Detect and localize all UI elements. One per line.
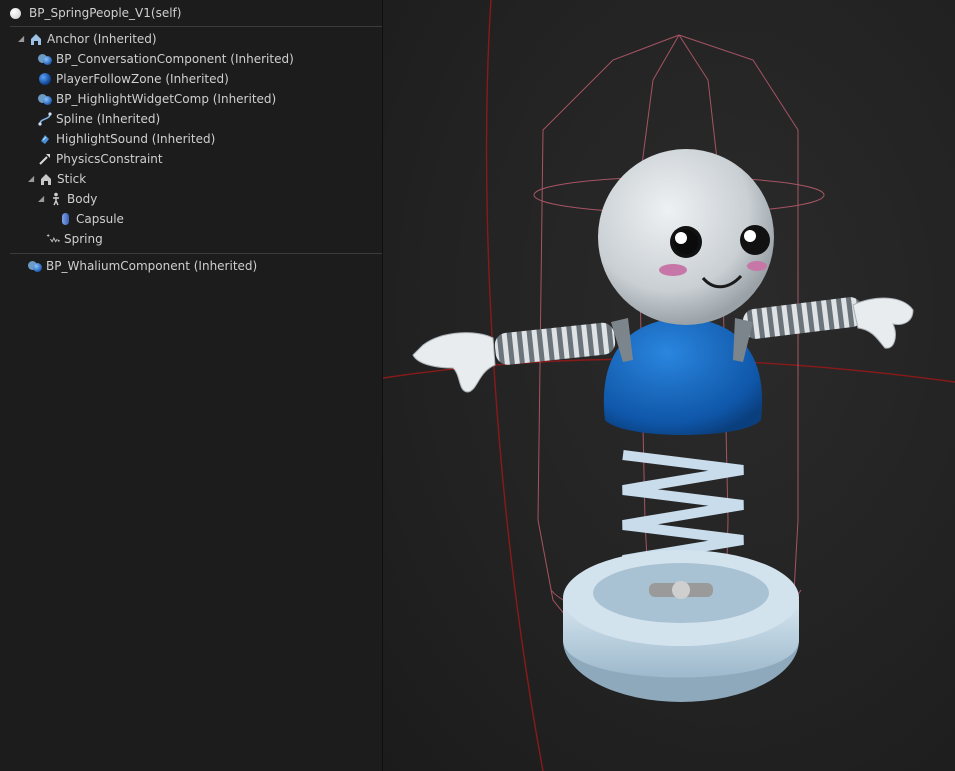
expand-arrow-icon[interactable]: ◢	[38, 195, 46, 203]
tree-item-spline[interactable]: Spline (Inherited)	[38, 109, 160, 129]
tree-item-stick[interactable]: ◢ Stick	[28, 169, 86, 189]
character-preview	[383, 0, 955, 771]
tree-item-highlight-widget-comp[interactable]: BP_HighlightWidgetComp (Inherited)	[38, 89, 276, 109]
viewport[interactable]	[383, 0, 955, 771]
actor-component-icon	[28, 259, 42, 273]
tree-item-label: PhysicsConstraint	[56, 152, 163, 166]
tree-item-self[interactable]: BP_SpringPeople_V1(self)	[0, 0, 382, 26]
tree-item-anchor[interactable]: ◢ Anchor (Inherited)	[18, 29, 157, 49]
physics-constraint-icon	[38, 152, 52, 166]
tree-item-label: BP_SpringPeople_V1(self)	[29, 6, 182, 20]
spline-icon	[38, 112, 52, 126]
tree-item-label: Spline (Inherited)	[56, 112, 161, 126]
tree-item-label: Stick	[57, 172, 87, 186]
actor-component-icon	[38, 52, 52, 66]
tree-item-label: Capsule	[76, 212, 124, 226]
tree-item-label: Anchor (Inherited)	[47, 32, 157, 46]
tree-item-physics-constraint[interactable]: PhysicsConstraint	[38, 149, 163, 169]
right-arm	[742, 297, 914, 349]
tree-item-label: BP_HighlightWidgetComp (Inherited)	[56, 92, 277, 106]
audio-icon	[38, 132, 52, 146]
tree-item-player-follow-zone[interactable]: PlayerFollowZone (Inherited)	[38, 69, 229, 89]
components-panel: BP_SpringPeople_V1(self) ◢ Anchor (Inher…	[0, 0, 383, 771]
separator	[10, 253, 382, 254]
separator	[10, 26, 382, 27]
tree-item-label: PlayerFollowZone (Inherited)	[56, 72, 229, 86]
spring-arm-icon	[46, 232, 60, 246]
axis-line	[485, 0, 544, 771]
tree-item-spring[interactable]: Spring	[46, 229, 103, 249]
left-arm	[412, 322, 616, 393]
tree-item-highlight-sound[interactable]: HighlightSound (Inherited)	[38, 129, 215, 149]
tree-item-label: BP_WhaliumComponent (Inherited)	[46, 259, 258, 273]
head	[598, 149, 774, 325]
base	[563, 550, 799, 702]
white-sphere-icon	[10, 7, 21, 19]
tree-item-conversation-component[interactable]: BP_ConversationComponent (Inherited)	[38, 49, 294, 69]
tree-item-body[interactable]: ◢ Body	[38, 189, 97, 209]
expand-arrow-icon[interactable]: ◢	[28, 175, 36, 183]
tree-item-label: Body	[67, 192, 98, 206]
sphere-collision-icon	[38, 72, 52, 86]
tree-item-label: HighlightSound (Inherited)	[56, 132, 216, 146]
tree-item-capsule[interactable]: Capsule	[58, 209, 124, 229]
widget-component-icon	[38, 92, 52, 106]
anchor-icon	[29, 32, 43, 46]
scene-component-icon	[39, 172, 53, 186]
capsule-icon	[58, 212, 72, 226]
tree-item-label: BP_ConversationComponent (Inherited)	[56, 52, 294, 66]
expand-arrow-icon[interactable]: ◢	[18, 35, 26, 43]
skeletal-mesh-icon	[49, 192, 63, 206]
tree-item-label: Spring	[64, 232, 103, 246]
tree-item-whalium-component[interactable]: BP_WhaliumComponent (Inherited)	[28, 256, 257, 276]
